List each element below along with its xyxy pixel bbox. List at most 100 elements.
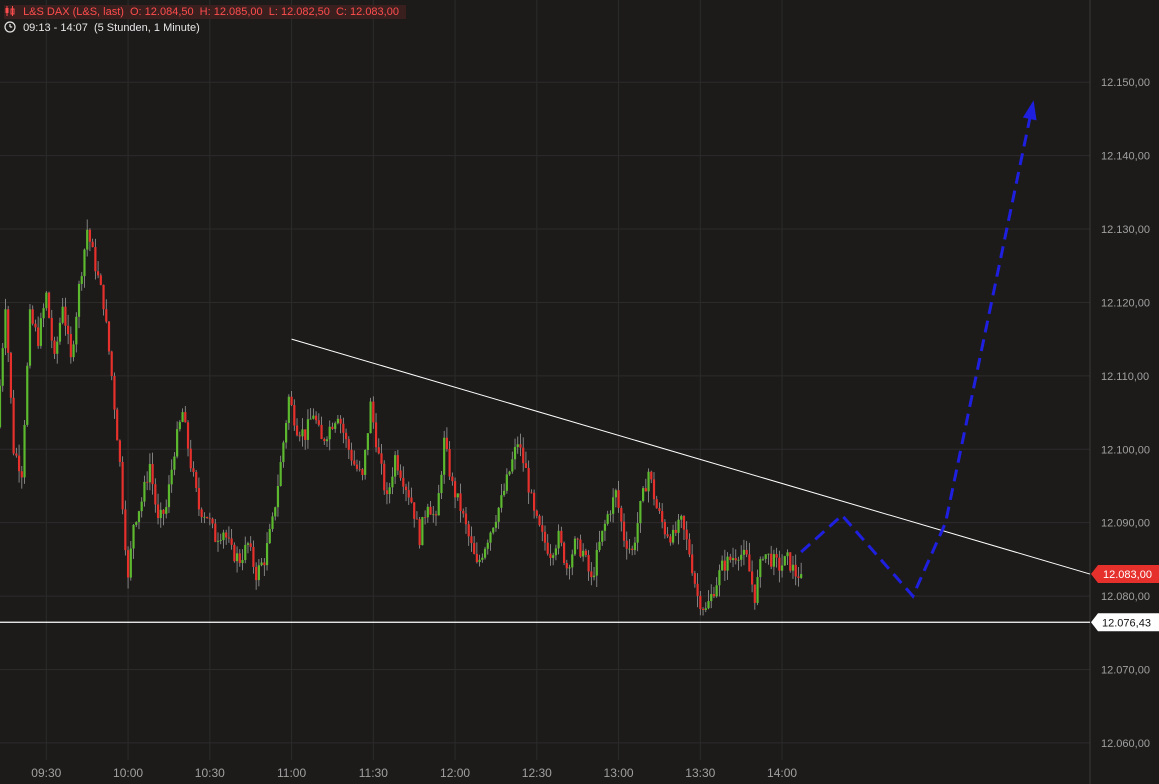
candle-body: [427, 507, 429, 517]
candle-body: [154, 484, 156, 504]
candle-body: [792, 565, 794, 571]
candle-body: [519, 444, 521, 447]
x-tick-label: 12:30: [522, 766, 552, 780]
candle-body: [149, 464, 151, 482]
candle-body: [699, 596, 701, 609]
candle-body: [356, 465, 358, 469]
candle-body: [179, 422, 181, 429]
candle-body: [748, 554, 750, 571]
candle-body: [443, 438, 445, 475]
candle-body: [361, 469, 363, 475]
candle-body: [315, 416, 317, 421]
candle-body: [598, 542, 600, 550]
candle-body: [43, 308, 45, 318]
candle-body: [301, 429, 303, 436]
candle-body: [310, 419, 312, 420]
candle-body: [138, 511, 140, 522]
candle-body: [113, 376, 115, 410]
resistance-trendline[interactable]: [292, 339, 1090, 574]
candle-body: [481, 558, 483, 560]
x-tick-label: 11:30: [359, 766, 388, 780]
candle-body: [694, 573, 696, 584]
candle-body: [626, 541, 628, 549]
candle-body: [718, 570, 720, 585]
price-chart[interactable]: 12.150,0012.140,0012.130,0012.120,0012.1…: [0, 0, 1159, 784]
last-price-label: 12.083,00: [1103, 569, 1152, 581]
candle-body: [162, 510, 164, 514]
candle-body: [130, 549, 132, 578]
y-tick-label: 12.060,00: [1101, 738, 1150, 750]
candle-body: [29, 309, 31, 365]
candle-body: [697, 584, 699, 596]
candle-body: [116, 410, 118, 441]
candle-body: [759, 559, 761, 577]
candle-body: [669, 536, 671, 542]
candle-body: [195, 472, 197, 488]
candle-body: [364, 450, 366, 475]
candle-body: [522, 448, 524, 464]
candles: [0, 219, 802, 615]
candle-body: [702, 609, 704, 610]
candle-body: [92, 242, 94, 247]
candle-body: [378, 447, 380, 453]
candle-body: [97, 271, 99, 275]
candle-body: [634, 543, 636, 550]
candle-body: [239, 553, 241, 563]
candle-body: [51, 318, 53, 341]
candle-body: [62, 307, 64, 323]
candle-body: [285, 423, 287, 443]
candle-body: [416, 519, 418, 520]
candle-body: [37, 327, 39, 346]
candle-body: [290, 397, 292, 405]
candle-body: [157, 504, 159, 518]
y-tick-label: 12.130,00: [1101, 224, 1150, 236]
candle-body: [680, 516, 682, 520]
candle-body: [367, 433, 369, 450]
candle-body: [165, 507, 167, 514]
candle-body: [459, 493, 461, 511]
candle-body: [318, 420, 320, 425]
candle-body: [217, 541, 219, 542]
candle-body: [173, 456, 175, 469]
candle-body: [410, 498, 412, 503]
y-tick-label: 12.120,00: [1101, 297, 1150, 309]
candle-body: [566, 563, 568, 568]
candle-body: [536, 511, 538, 516]
candle-body: [181, 412, 183, 422]
candle-body: [574, 539, 576, 555]
candle-body: [83, 250, 85, 277]
candle-body: [440, 475, 442, 493]
candle-body: [408, 490, 410, 497]
candle-body: [146, 482, 148, 483]
candle-body: [729, 557, 731, 560]
ohlc-header: L&S DAX (L&S, last) O: 12.084,50 H: 12.0…: [4, 5, 406, 19]
candle-body: [446, 438, 448, 449]
candle-body: [184, 412, 186, 422]
candle-body: [544, 532, 546, 543]
period-label: (5 Stunden, 1 Minute): [94, 22, 200, 34]
candle-body: [252, 547, 254, 567]
candle-body: [468, 524, 470, 536]
candle-body: [601, 531, 603, 542]
candle-body: [451, 477, 453, 482]
candle-body: [342, 424, 344, 433]
candle-body: [413, 502, 415, 518]
candle-body: [56, 342, 58, 354]
candle-body: [476, 554, 478, 562]
candle-body: [419, 519, 421, 545]
candle-body: [293, 405, 295, 425]
candle-body: [326, 439, 328, 441]
grid: [0, 0, 1090, 760]
candle-body: [89, 230, 91, 242]
candle-body: [489, 533, 491, 543]
candle-body: [661, 511, 663, 522]
y-tick-label: 12.140,00: [1101, 151, 1150, 163]
y-tick-label: 12.090,00: [1101, 518, 1150, 530]
candle-body: [168, 484, 170, 507]
candle-body: [735, 558, 737, 560]
candle-body: [577, 539, 579, 540]
candle-body: [688, 539, 690, 554]
candle-body: [386, 490, 388, 494]
x-tick-label: 12:00: [440, 766, 470, 780]
candle-body: [171, 470, 173, 485]
